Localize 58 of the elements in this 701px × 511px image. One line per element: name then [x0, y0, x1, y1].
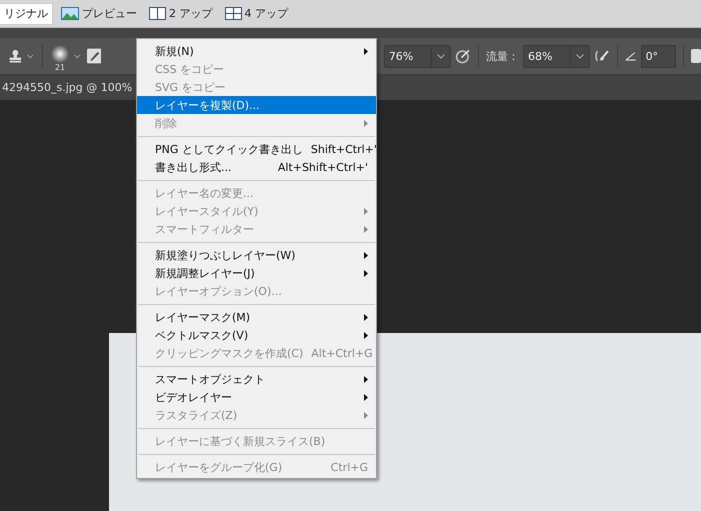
menu-item[interactable]: レイヤーマスク(M) [137, 308, 376, 326]
menu-item-label: レイヤーをグループ化(G) [155, 460, 284, 474]
view-tab[interactable]: リジナル [0, 2, 53, 24]
shortcut-label: Ctrl+G [330, 460, 368, 474]
menu-item[interactable]: 新規塗りつぶしレイヤー(W) [137, 246, 376, 264]
split-view-icon [149, 7, 166, 20]
caret-icon [576, 54, 584, 58]
view-tab[interactable]: プレビュー [57, 2, 141, 24]
checkbox[interactable] [690, 49, 701, 63]
menu-item-label: CSS をコピー [155, 62, 226, 76]
menu-item[interactable]: ビデオレイヤー [137, 388, 376, 406]
menu-item-label: 新規塗りつぶしレイヤー(W) [155, 248, 296, 262]
menu-item[interactable]: 新規調整レイヤー(J) [137, 264, 376, 282]
menu-item-label: レイヤーマスク(M) [155, 310, 252, 324]
caret-icon[interactable] [26, 54, 34, 58]
flow-dropdown[interactable]: 68% [522, 44, 590, 68]
menu-item-label: レイヤーオプション(O)... [155, 284, 283, 298]
brush-panel-icon[interactable] [86, 47, 102, 65]
flow-label: 流量： [486, 48, 519, 64]
menu-item-label: ベクトルマスク(V) [155, 328, 250, 342]
brush-preset-picker[interactable]: 21 [50, 44, 70, 72]
menu-item-label: スマートオブジェクト [155, 372, 266, 386]
view-tab[interactable]: 4 アップ [220, 2, 292, 24]
grid-view-icon [224, 7, 242, 20]
angle-field[interactable]: 0° [640, 44, 676, 68]
brush-size: 21 [54, 62, 66, 72]
menu-item[interactable]: レイヤーを複製(D)... [137, 96, 376, 114]
menu-item-label: レイヤー名の変更... [155, 186, 254, 200]
menu-item-label: ラスタライズ(Z) [155, 408, 238, 422]
menu-item-label: レイヤーに基づく新規スライス(B) [155, 434, 326, 448]
menu-item-label: レイヤーを複製(D)... [155, 98, 261, 112]
menu-item-label: 新規調整レイヤー(J) [155, 266, 256, 280]
shortcut-label: Alt+Shift+Ctrl+' [278, 160, 368, 174]
menu-item-label: クリッピングマスクを作成(C) [155, 346, 304, 360]
menu-item[interactable]: ベクトルマスク(V) [137, 326, 376, 344]
caret-icon[interactable] [74, 54, 81, 58]
menu-item-label: 削除 [155, 116, 178, 130]
menu-item-label: ビデオレイヤー [155, 390, 233, 404]
angle-icon [625, 50, 637, 62]
opacity-dropdown[interactable]: 76% [384, 44, 451, 68]
document-tab[interactable]: 4294550_s.jpg @ 100% [0, 75, 132, 100]
soft-brush-icon [50, 44, 70, 62]
shortcut-label: Alt+Ctrl+G [311, 346, 373, 360]
menu-item[interactable]: PNG としてクイック書き出し Shift+Ctrl+' [137, 140, 376, 158]
menu-item[interactable]: スマートオブジェクト [137, 370, 376, 388]
menu-item-label: スマートフィルター [155, 222, 255, 236]
shortcut-label: Shift+Ctrl+' [310, 142, 377, 156]
caret-icon [436, 54, 445, 58]
stamp-icon[interactable] [8, 48, 23, 64]
menu-item[interactable]: 書き出し形式... Alt+Shift+Ctrl+' [137, 158, 376, 176]
view-tab[interactable]: 2 アップ [145, 2, 216, 24]
menu-item[interactable]: 新規(N) [137, 42, 376, 60]
menu-item-label: 書き出し形式... [155, 160, 232, 174]
menu-item-label: PNG としてクイック書き出し [155, 142, 303, 156]
menu-item-label: レイヤースタイル(Y) [155, 204, 260, 218]
image-icon [61, 7, 79, 20]
menu-item-label: SVG をコピー [155, 80, 227, 94]
menu-item-label: 新規(N) [155, 44, 195, 58]
